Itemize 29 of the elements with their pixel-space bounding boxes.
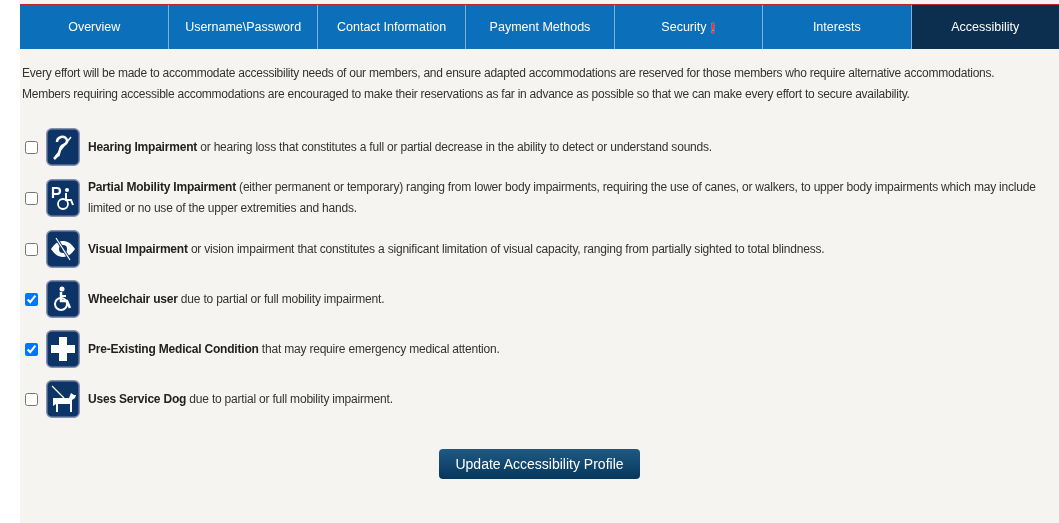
tab[interactable]: Payment Methods: [465, 5, 614, 49]
checkbox[interactable]: [25, 140, 38, 154]
checkbox[interactable]: [25, 242, 38, 256]
intro-text: Members requiring accessible accommodations are encouraged to make their reservations as far in advance as possible so that we can make every effort to secure availability.: [22, 86, 911, 103]
option-description: Wheelchair user due to partial or full mobility impairment.: [88, 290, 386, 308]
parking-wheelchair-icon: [46, 179, 80, 217]
eye-icon: [46, 230, 80, 268]
tab[interactable]: Accessibility: [910, 5, 1059, 49]
dog-icon: [46, 380, 80, 418]
option-description: Uses Service Dog due to partial or full mobility impairment.: [88, 390, 394, 408]
tab[interactable]: Interests: [762, 5, 911, 49]
checkbox[interactable]: [25, 292, 38, 306]
option-description: Hearing Impairment or hearing loss that constitutes a full or partial decrease in the ability to detect or understand sounds.: [88, 138, 713, 156]
alert-mark: !: [710, 18, 716, 36]
ear-icon: [46, 128, 80, 166]
tab[interactable]: Username\Password: [168, 5, 317, 49]
option-description: Partial Mobility Impairment (either permanent or temporary) ranging from lower body impairments, requiring the use of canes, or walkers, to upper body impairments which may include limited or no use of the upper extremities and hands.: [88, 179, 1037, 217]
option-description: Visual Impairment or vision impairment that constitutes a significant limitation of visual capacity, ranging from partially sighted to total blindness.: [88, 240, 826, 258]
checkbox[interactable]: [25, 392, 38, 406]
checkbox[interactable]: [25, 342, 38, 356]
update-profile-button[interactable]: Update Accessibility Profile: [439, 449, 640, 479]
intro-text: Every effort will be made to accommodate accessibility needs of our members, and ensure adapted accommodations are reserved for those members who require alternative accommodations.: [22, 65, 996, 82]
option-description: Pre-Existing Medical Condition that may require emergency medical attention.: [88, 340, 501, 358]
medical-cross-icon: [46, 330, 80, 368]
tab[interactable]: Contact Information: [316, 5, 466, 49]
tab[interactable]: Overview: [20, 5, 169, 49]
checkbox[interactable]: [25, 191, 38, 205]
tab[interactable]: Security !: [613, 5, 763, 49]
wheelchair-icon: [46, 280, 80, 318]
